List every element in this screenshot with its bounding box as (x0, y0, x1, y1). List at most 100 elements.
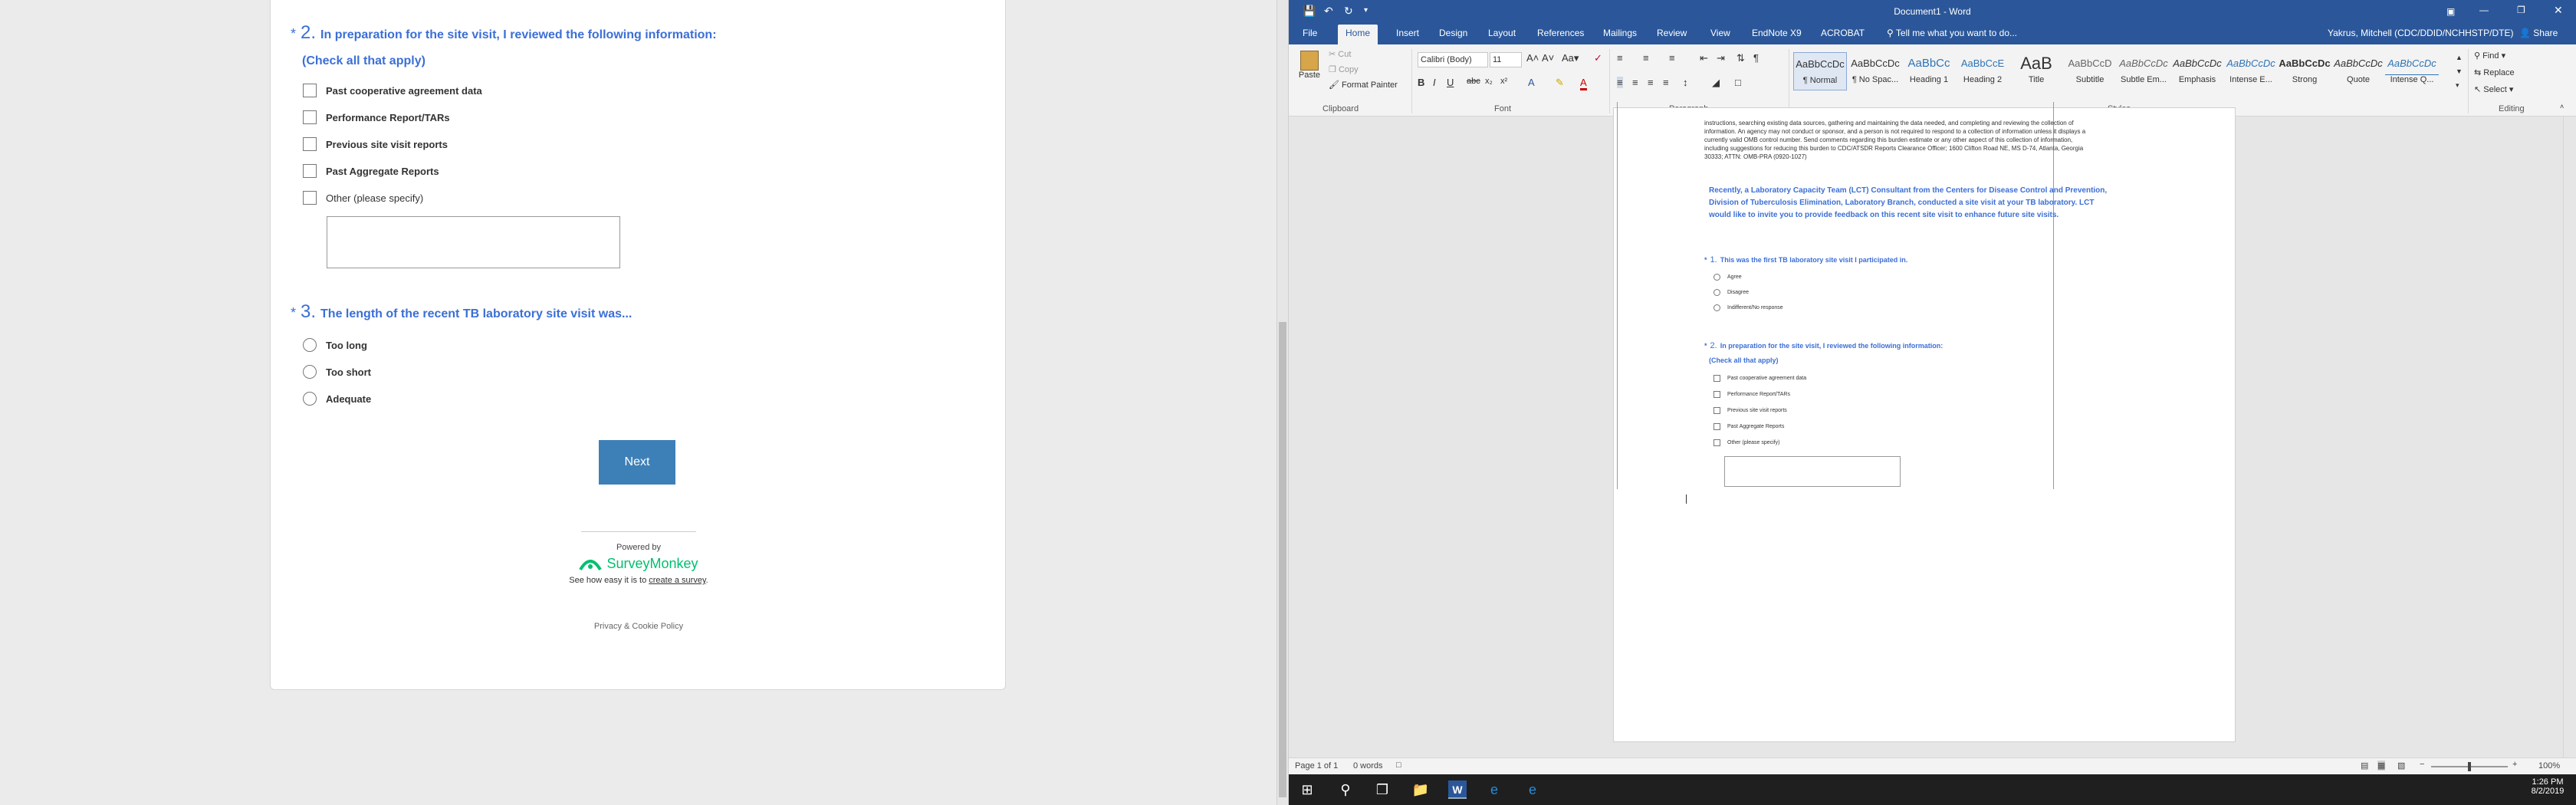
tab-review[interactable]: Review (1657, 28, 1687, 38)
zoom-in-icon[interactable]: + (2512, 760, 2517, 769)
copy-button[interactable]: ❐ Copy (1329, 64, 1359, 74)
task-view-icon[interactable]: ❐ (1373, 780, 1392, 799)
align-right-icon[interactable]: ≡ (1648, 77, 1654, 88)
font-color-icon[interactable]: A (1580, 77, 1587, 90)
minimize-icon[interactable]: — (2479, 5, 2489, 15)
next-button[interactable]: Next (599, 440, 675, 485)
checkbox[interactable] (303, 110, 317, 124)
bold-icon[interactable]: B (1418, 77, 1424, 88)
surveymonkey-logo[interactable]: SurveyMonkey (271, 556, 1007, 572)
style-normal[interactable]: AaBbCcDc ¶ Normal (1793, 52, 1847, 90)
maximize-icon[interactable]: ❐ (2517, 5, 2525, 15)
tell-me-box[interactable]: ⚲ Tell me what you want to do... (1887, 28, 2017, 38)
style-subtle-emphasis[interactable]: AaBbCcDc Subtle Em... (2117, 52, 2170, 90)
user-name[interactable]: Yakrus, Mitchell (CDC/DDID/NCHHSTP/DTE) (2328, 28, 2513, 38)
tab-mailings[interactable]: Mailings (1603, 28, 1637, 38)
tab-view[interactable]: View (1710, 28, 1730, 38)
styles-scroll-up-icon[interactable]: ▲ (2456, 54, 2463, 61)
strikethrough-icon[interactable]: abc (1467, 77, 1480, 86)
replace-button[interactable]: ⇆ Replace (2474, 67, 2515, 77)
tab-home[interactable]: Home (1338, 25, 1378, 44)
share-button[interactable]: 👤 Share (2519, 28, 2558, 38)
file-explorer-icon[interactable]: 📁 (1411, 780, 1430, 799)
style-subtitle[interactable]: AaBbCcD Subtitle (2063, 52, 2117, 90)
line-spacing-icon[interactable]: ↕ (1683, 77, 1688, 88)
close-icon[interactable]: ✕ (2554, 4, 2563, 17)
grow-font-icon[interactable]: A˄ (1526, 52, 1539, 64)
align-center-icon[interactable]: ≡ (1632, 77, 1638, 88)
checkbox-option[interactable]: Performance Report/TARs (303, 110, 450, 125)
search-icon[interactable]: ⚲ (1336, 780, 1355, 799)
checkbox[interactable] (303, 84, 317, 97)
doc-scrollbar[interactable] (2563, 117, 2575, 757)
document-page[interactable]: instructions, searching existing data so… (1613, 102, 2236, 742)
styles-more-icon[interactable]: ▾ (2456, 81, 2459, 90)
select-button[interactable]: ↖ Select ▾ (2474, 84, 2513, 94)
show-marks-icon[interactable]: ¶ (1753, 52, 1759, 64)
windows-start-icon[interactable]: ⊞ (1298, 780, 1316, 799)
format-painter-button[interactable]: 🖌 Format Painter (1329, 80, 1398, 90)
align-left-icon[interactable]: ≡ (1617, 77, 1623, 88)
style-title[interactable]: AaB Title (2009, 52, 2063, 90)
internet-explorer-icon[interactable]: e (1523, 780, 1542, 799)
radio-option[interactable]: Adequate (303, 391, 371, 406)
clear-formatting-icon[interactable]: ✓ (1594, 52, 1602, 64)
tab-layout[interactable]: Layout (1488, 28, 1516, 38)
tab-acrobat[interactable]: ACROBAT (1821, 28, 1865, 38)
style-heading-1[interactable]: AaBbCc Heading 1 (1902, 52, 1956, 90)
zoom-slider-thumb[interactable] (2468, 762, 2471, 771)
web-layout-icon[interactable]: ▧ (2397, 761, 2405, 770)
checkbox[interactable] (303, 164, 317, 178)
proofing-icon[interactable]: □ (1396, 761, 1401, 770)
decrease-indent-icon[interactable]: ⇤ (1700, 52, 1708, 64)
tab-file[interactable]: File (1303, 28, 1317, 38)
borders-icon[interactable]: □ (1735, 77, 1741, 88)
radio-button[interactable] (303, 338, 317, 352)
underline-icon[interactable]: U (1447, 77, 1454, 88)
shrink-font-icon[interactable]: A˅ (1542, 52, 1554, 64)
radio-option[interactable]: Too short (303, 364, 371, 380)
style-emphasis[interactable]: AaBbCcDc Emphasis (2170, 52, 2224, 90)
style-intense-quote[interactable]: AaBbCcDc Intense Q... (2385, 52, 2439, 90)
print-layout-icon[interactable]: ▦ (2377, 761, 2386, 770)
checkbox[interactable] (303, 137, 317, 151)
cut-button[interactable]: ✂ Cut (1329, 49, 1351, 59)
ribbon-display-icon[interactable]: ▣ (2446, 6, 2455, 17)
increase-indent-icon[interactable]: ⇥ (1717, 52, 1725, 64)
radio-button[interactable] (303, 365, 317, 379)
styles-scroll-down-icon[interactable]: ▼ (2456, 67, 2463, 75)
tab-references[interactable]: References (1537, 28, 1584, 38)
zoom-level[interactable]: 100% (2538, 761, 2560, 770)
checkbox-option-other[interactable]: Other (please specify) (303, 190, 423, 205)
superscript-icon[interactable]: x² (1500, 77, 1507, 86)
zoom-out-icon[interactable]: − (2420, 760, 2424, 769)
find-button[interactable]: ⚲ Find ▾ (2474, 51, 2505, 61)
justify-icon[interactable]: ≡ (1663, 77, 1669, 88)
tab-insert[interactable]: Insert (1396, 28, 1419, 38)
radio-button[interactable] (303, 392, 317, 406)
bullets-icon[interactable]: ≡ (1617, 52, 1623, 64)
font-name-select[interactable]: Calibri (Body) (1418, 52, 1488, 67)
checkbox[interactable] (303, 191, 317, 205)
create-survey-link[interactable]: create a survey (649, 576, 705, 585)
tab-endnote[interactable]: EndNote X9 (1752, 28, 1802, 38)
numbering-icon[interactable]: ≡ (1643, 52, 1649, 64)
shading-icon[interactable]: ◢ (1712, 77, 1720, 89)
style-heading-2[interactable]: AaBbCcE Heading 2 (1956, 52, 2009, 90)
edge-icon[interactable]: e (1485, 780, 1503, 799)
italic-icon[interactable]: I (1433, 77, 1436, 88)
style-no-spacing[interactable]: AaBbCcDc ¶ No Spac... (1848, 52, 1902, 90)
tab-design[interactable]: Design (1439, 28, 1467, 38)
privacy-link[interactable]: Privacy & Cookie Policy (271, 622, 1007, 631)
read-mode-icon[interactable]: ▤ (2361, 761, 2368, 770)
font-size-select[interactable]: 11 (1490, 52, 1522, 67)
word-taskbar-icon[interactable]: W (1448, 780, 1467, 799)
multilevel-list-icon[interactable]: ≡ (1669, 52, 1675, 64)
checkbox-option[interactable]: Past cooperative agreement data (303, 83, 482, 98)
style-intense-emphasis[interactable]: AaBbCcDc Intense E... (2224, 52, 2278, 90)
change-case-icon[interactable]: Aa▾ (1562, 52, 1579, 64)
word-count[interactable]: 0 words (1353, 761, 1383, 770)
other-specify-input[interactable] (327, 216, 620, 268)
collapse-ribbon-icon[interactable]: ˄ (2560, 103, 2564, 110)
style-strong[interactable]: AaBbCcDc Strong (2278, 52, 2331, 90)
